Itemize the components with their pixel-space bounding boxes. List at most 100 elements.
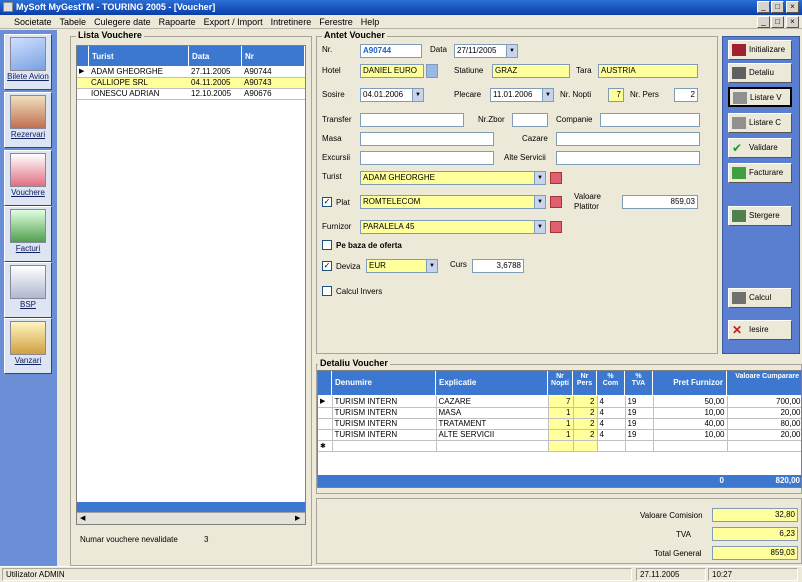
horizontal-scrollbar[interactable]: ◀ ▶	[77, 512, 305, 524]
nav-facturi-button[interactable]: Facturi	[4, 206, 52, 262]
col-nr[interactable]: Nr	[242, 46, 305, 66]
hotel-lookup-button[interactable]	[426, 64, 438, 78]
child-restore-button[interactable]: □	[771, 16, 784, 28]
col-data[interactable]: Data	[189, 46, 242, 66]
listare-c-button[interactable]: Listare C	[728, 113, 792, 133]
chevron-down-icon[interactable]: ▼	[534, 172, 545, 184]
nav-rezervari-button[interactable]: Rezervari	[4, 92, 52, 148]
col-explicatie[interactable]: Explicatie	[436, 371, 548, 395]
child-minimize-button[interactable]: _	[757, 16, 770, 28]
chevron-down-icon[interactable]: ▼	[534, 221, 545, 233]
col-valoare-cumparare[interactable]: Valoare Cumparare	[727, 371, 801, 395]
nav-bilete-avion-button[interactable]: Bilete Avion	[4, 34, 52, 90]
nav-bsp-button[interactable]: BSP	[4, 262, 52, 318]
table-row[interactable]: TURISM INTERN TRATAMENT 1 2 4 19 40,00 80,00	[318, 418, 801, 430]
total-general-label: Total General	[654, 549, 702, 558]
nav-vanzari-button[interactable]: Vanzari	[4, 318, 52, 374]
menu-intretinere[interactable]: Intretinere	[267, 15, 316, 29]
deviza-select[interactable]: EUR ▼	[366, 259, 438, 273]
cazare-field[interactable]	[556, 132, 700, 146]
menu-culegere-date[interactable]: Culegere date	[90, 15, 155, 29]
table-row[interactable]: ▶ ADAM GHEORGHE 27.11.2005 A90744	[77, 67, 305, 78]
nopti-field[interactable]: 7	[608, 88, 624, 102]
table-row[interactable]: TURISM INTERN ALTE SERVICII 1 2 4 19 10,00 20,0…	[318, 429, 801, 441]
col-nr-pers[interactable]: Nr Pers	[573, 371, 597, 395]
furnizor-select[interactable]: PARALELA 45 ▼	[360, 220, 546, 234]
deviza-checkbox[interactable]: ✓	[322, 261, 332, 271]
nav-vouchere-button[interactable]: Vouchere	[4, 150, 52, 206]
menu-societate[interactable]: Societate	[0, 15, 56, 29]
table-row[interactable]: ▶ TURISM INTERN CAZARE 7 2 4 19 50,00 700,00	[318, 396, 801, 408]
col-com[interactable]: % Com	[597, 371, 625, 395]
stergere-button[interactable]: Stergere	[728, 206, 792, 226]
plat-checkbox[interactable]: ✓	[322, 197, 332, 207]
print-icon	[733, 92, 747, 104]
facturare-button[interactable]: Facturare	[728, 163, 792, 183]
cell-turist: IONESCU ADRIAN	[91, 89, 160, 98]
maximize-button[interactable]: □	[771, 1, 784, 13]
masa-field[interactable]	[360, 132, 494, 146]
valoare-platitor-field[interactable]: 859,03	[622, 195, 698, 209]
nopti-label: Nr. Nopti	[560, 90, 592, 99]
col-pret-furnizor[interactable]: Pret Furnizor	[653, 371, 727, 395]
col-tva[interactable]: % TVA	[625, 371, 653, 395]
chevron-down-icon[interactable]: ▼	[542, 89, 553, 101]
table-row[interactable]: IONESCU ADRIAN 12.10.2005 A90676	[77, 89, 305, 100]
statiune-field[interactable]: GRAZ	[492, 64, 570, 78]
col-denumire[interactable]: Denumire	[332, 371, 436, 395]
initializare-button[interactable]: Initializare	[728, 40, 792, 60]
total-general-field[interactable]: 859,03	[712, 546, 798, 560]
excursii-field[interactable]	[360, 151, 494, 165]
pers-label: Nr. Pers	[630, 90, 659, 99]
iesire-button[interactable]: ✕ Iesire	[728, 320, 792, 340]
menu-ferestre[interactable]: Ferestre	[315, 15, 357, 29]
voucher-nr-field[interactable]: A90744	[360, 44, 422, 58]
invoice-icon	[10, 209, 46, 243]
tva-field[interactable]: 6,23	[712, 527, 798, 541]
button-label: Iesire	[749, 325, 769, 334]
scroll-right-icon[interactable]: ▶	[295, 514, 300, 522]
scroll-left-icon[interactable]: ◀	[80, 514, 85, 522]
transfer-field[interactable]	[360, 113, 464, 127]
tara-field[interactable]: AUSTRIA	[598, 64, 698, 78]
menu-export-import[interactable]: Export / Import	[200, 15, 267, 29]
comision-field[interactable]: 32,80	[712, 508, 798, 522]
col-nr-nopti[interactable]: Nr Nopti	[548, 371, 573, 395]
menu-help[interactable]: Help	[357, 15, 384, 29]
validare-button[interactable]: ✔ Validare	[728, 138, 792, 158]
chevron-down-icon[interactable]: ▼	[412, 89, 423, 101]
furnizor-add-button[interactable]	[550, 221, 562, 233]
table-row[interactable]: TURISM INTERN MASA 1 2 4 19 10,00 20,00	[318, 407, 801, 419]
col-turist[interactable]: Turist	[89, 46, 189, 66]
turist-select[interactable]: ADAM GHEORGHE ▼	[360, 171, 546, 185]
detaliu-button[interactable]: Detaliu	[728, 63, 792, 83]
table-row[interactable]: CALLIOPE SRL 04.11.2005 A90743	[77, 78, 305, 89]
calcul-invers-checkbox[interactable]	[322, 286, 332, 296]
cell: ALTE SERVICII	[436, 429, 549, 441]
sosire-date-picker[interactable]: 04.01.2006 ▼	[360, 88, 424, 102]
listare-v-button[interactable]: Listare V	[728, 87, 792, 107]
companie-field[interactable]	[600, 113, 700, 127]
menu-tabele[interactable]: Tabele	[56, 15, 91, 29]
status-user: Utilizator ADMIN	[2, 568, 632, 581]
minimize-button[interactable]: _	[757, 1, 770, 13]
calcul-button[interactable]: Calcul	[728, 288, 792, 308]
menu-rapoarte[interactable]: Rapoarte	[155, 15, 200, 29]
turist-add-button[interactable]	[550, 172, 562, 184]
zbor-field[interactable]	[512, 113, 548, 127]
plecare-date-picker[interactable]: 11.01.2006 ▼	[490, 88, 554, 102]
curs-field[interactable]: 3,6788	[472, 259, 524, 273]
close-button[interactable]: ×	[786, 1, 799, 13]
alte-servicii-field[interactable]	[556, 151, 700, 165]
new-row[interactable]: ✱	[318, 440, 801, 452]
chevron-down-icon[interactable]: ▼	[534, 196, 545, 208]
chevron-down-icon[interactable]: ▼	[426, 260, 437, 272]
pers-field[interactable]: 2	[674, 88, 698, 102]
child-close-button[interactable]: ×	[786, 16, 799, 28]
chevron-down-icon[interactable]: ▼	[506, 45, 517, 57]
hotel-field[interactable]: DANIEL EURO	[360, 64, 424, 78]
plat-add-button[interactable]	[550, 196, 562, 208]
voucher-date-picker[interactable]: 27/11/2005 ▼	[454, 44, 518, 58]
plat-select[interactable]: ROMTELECOM ▼	[360, 195, 546, 209]
oferta-checkbox[interactable]	[322, 240, 332, 250]
